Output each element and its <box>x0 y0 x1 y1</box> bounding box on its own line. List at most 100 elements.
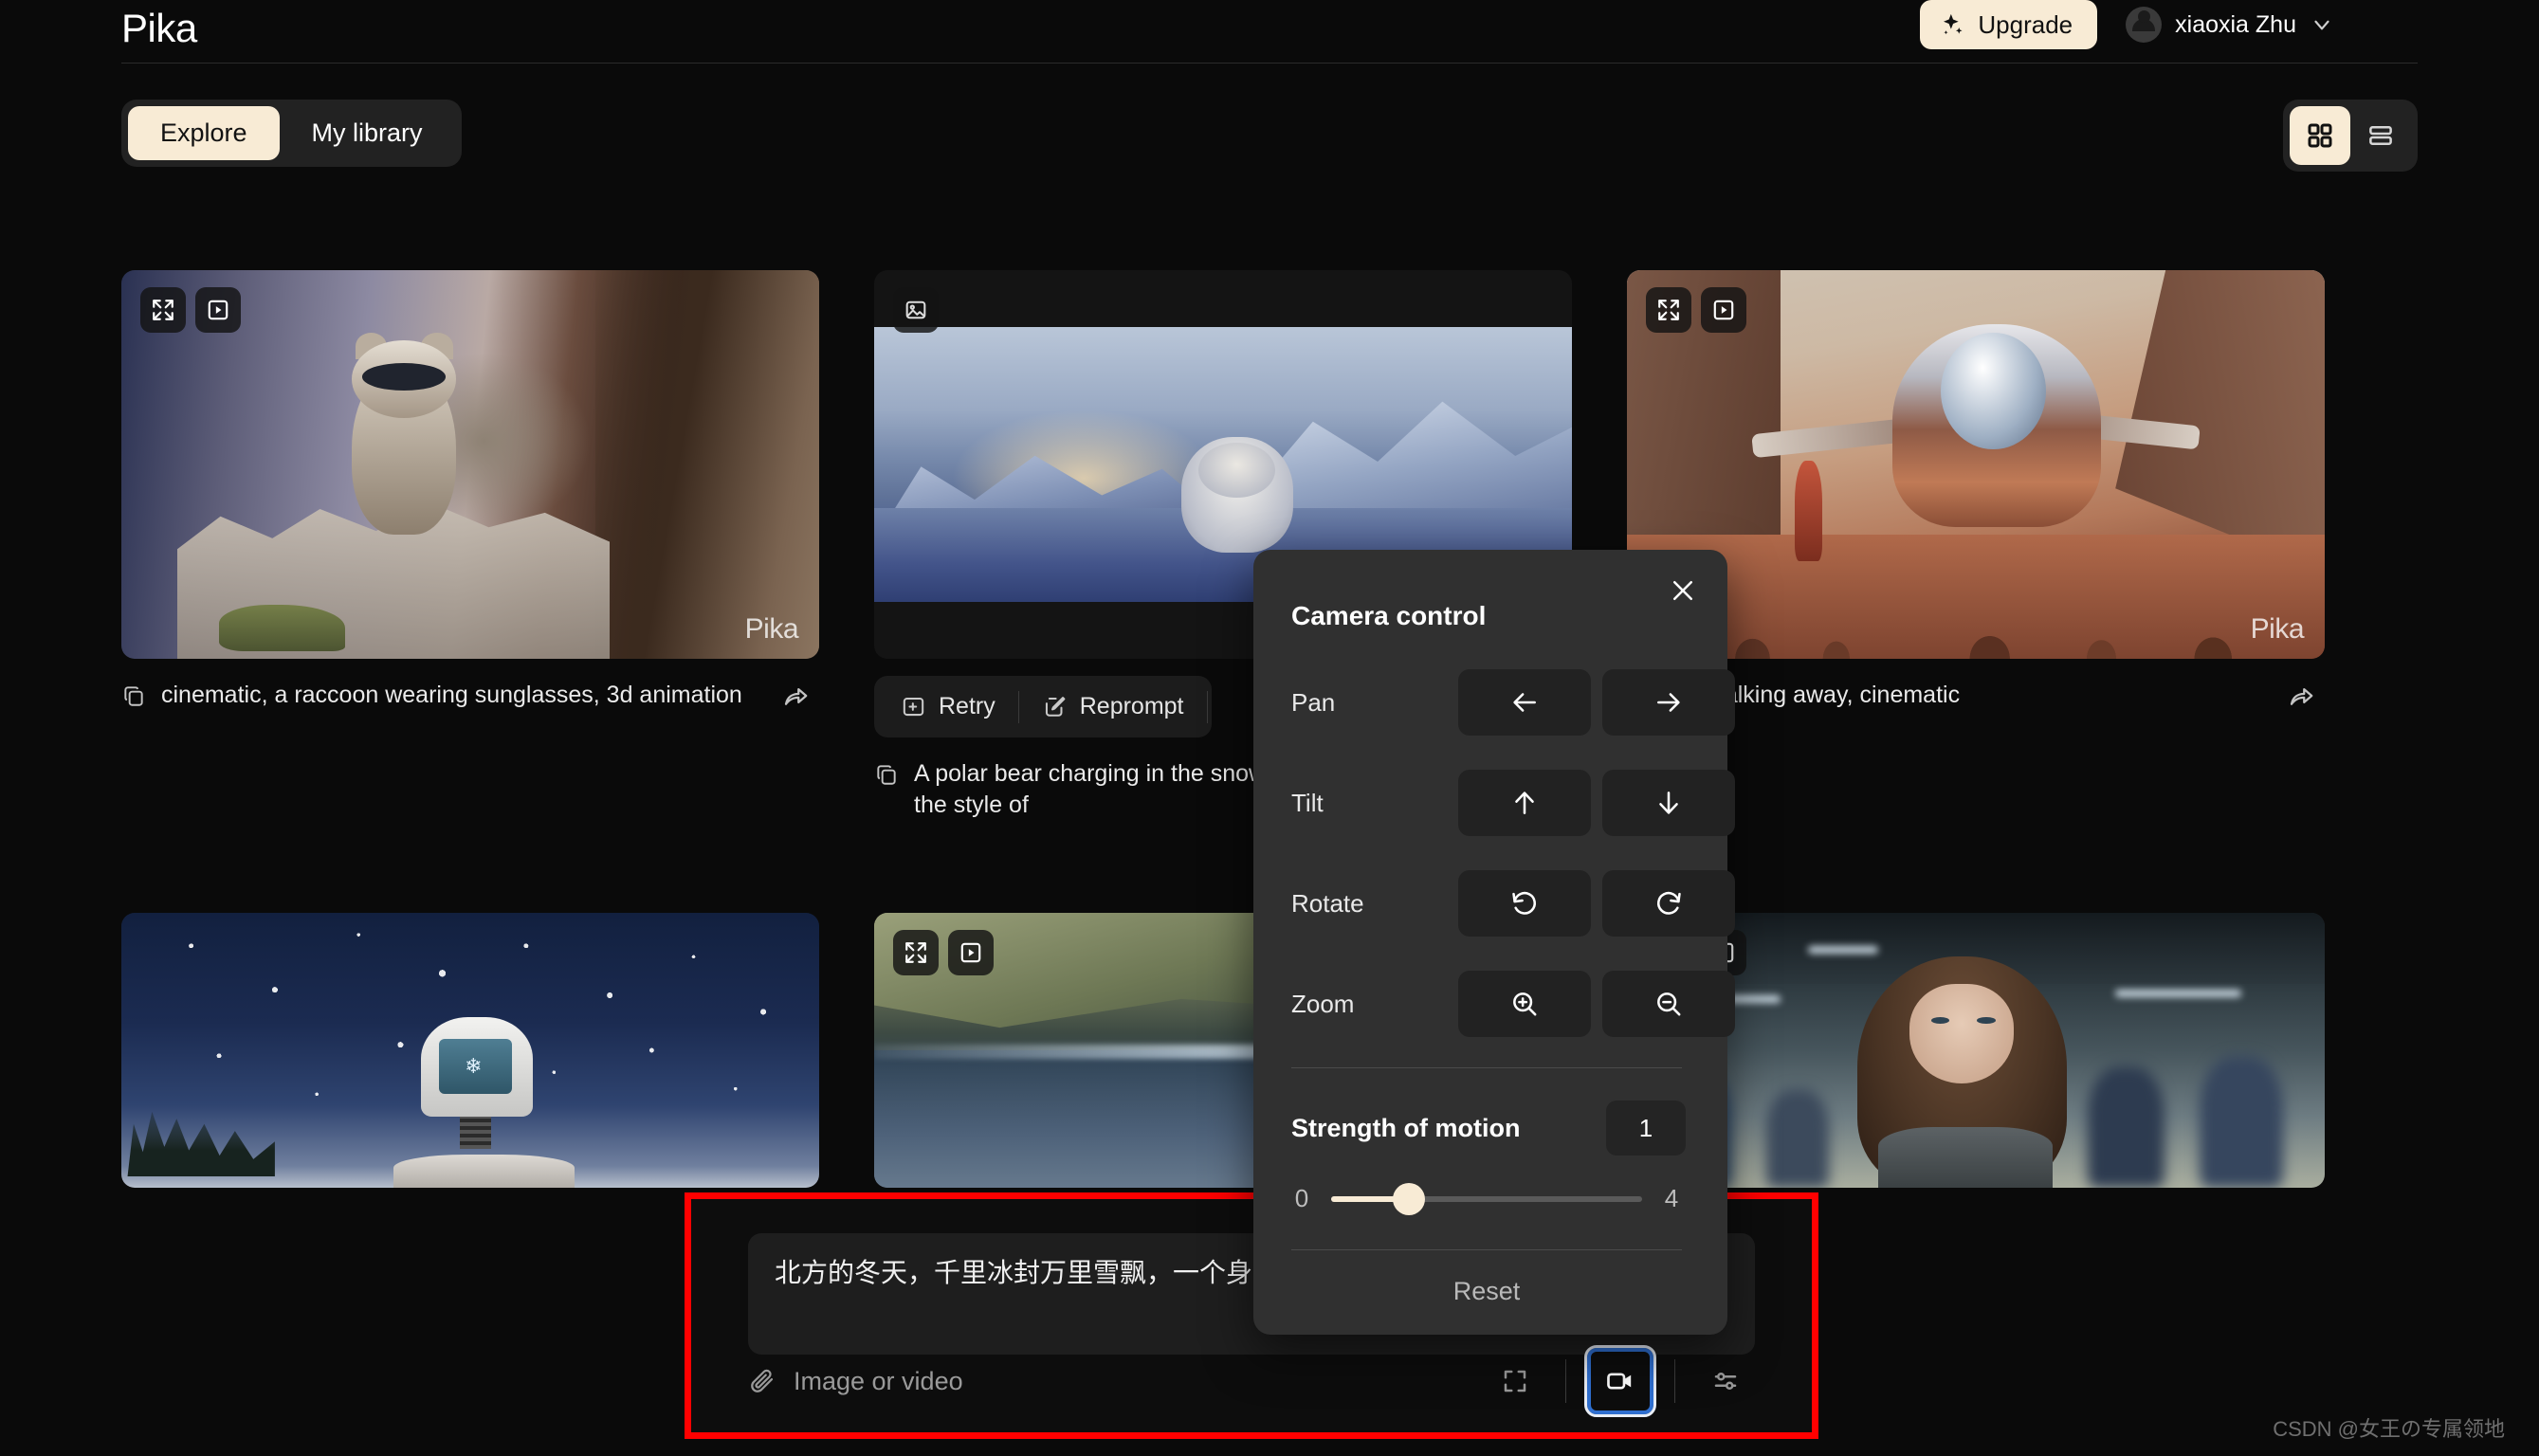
grid-view-button[interactable] <box>2290 106 2350 165</box>
tab-explore[interactable]: Explore <box>128 106 280 160</box>
video-camera-icon <box>1605 1366 1635 1396</box>
zoom-label: Zoom <box>1291 989 1355 1018</box>
list-view-button[interactable] <box>2350 106 2411 165</box>
pan-label: Pan <box>1291 687 1336 717</box>
share-icon[interactable] <box>2287 680 2315 710</box>
video-thumbnail[interactable]: Pika <box>1627 270 2325 659</box>
arrow-left-icon <box>1509 687 1540 718</box>
list-icon <box>2366 121 2395 150</box>
camera-control-button[interactable] <box>1584 1345 1656 1417</box>
arrow-down-icon <box>1653 788 1684 818</box>
nav-tabs: Explore My library <box>121 100 462 167</box>
reprompt-button[interactable]: Reprompt <box>1019 682 1207 732</box>
expand-icon[interactable] <box>140 287 186 333</box>
avatar <box>2126 7 2163 43</box>
video-thumbnail[interactable]: Pika <box>121 270 819 659</box>
card-action-bar: Retry Reprompt <box>874 676 1212 737</box>
strength-label: Strength of motion <box>1291 1113 1521 1142</box>
user-menu[interactable]: xiaoxia Zhu <box>2120 3 2340 46</box>
strength-slider-row: 0 4 <box>1288 1173 1686 1242</box>
share-icon[interactable] <box>781 680 810 710</box>
gallery-row-1: Pika cinematic, a raccoon wearing sungla… <box>121 270 2325 821</box>
edit-icon <box>1042 694 1068 719</box>
card-caption: cinematic, a raccoon wearing sunglasses,… <box>121 680 819 711</box>
camera-row-pan: Pan <box>1288 652 1735 753</box>
prompt-toolbar: Image or video <box>691 1345 1812 1417</box>
tab-my-library[interactable]: My library <box>280 106 455 160</box>
card-overlay-icons <box>893 287 939 333</box>
strength-slider[interactable] <box>1331 1182 1642 1215</box>
rotate-ccw-button[interactable] <box>1458 870 1591 937</box>
header-divider <box>121 63 2418 64</box>
camera-row-rotate: Rotate <box>1288 853 1735 954</box>
retry-icon <box>901 694 926 719</box>
rotate-ccw-icon <box>1509 888 1540 919</box>
camera-control-panel: Camera control Pan Tilt Rotate Zoom Stre… <box>1253 550 1735 1335</box>
upgrade-label: Upgrade <box>1978 9 2073 39</box>
upgrade-button[interactable]: Upgrade <box>1920 0 2098 49</box>
video-thumbnail[interactable]: ❄ <box>121 913 819 1188</box>
aspect-ratio-icon <box>1501 1367 1529 1395</box>
gallery-card: Pika cinematic, a raccoon wearing sungla… <box>121 270 819 821</box>
strength-value[interactable]: 1 <box>1606 1101 1686 1156</box>
prompt-tool-buttons <box>1486 1345 1755 1417</box>
gallery-card <box>1627 913 2325 1188</box>
camera-row-zoom: Zoom <box>1288 954 1735 1054</box>
pika-watermark: Pika <box>2250 613 2305 645</box>
tool-divider <box>1674 1359 1675 1403</box>
copy-icon[interactable] <box>874 758 899 787</box>
app-header: Pika Upgrade xiaoxia Zhu <box>0 0 2539 63</box>
rotate-cw-button[interactable] <box>1602 870 1735 937</box>
chevron-down-icon <box>2310 12 2334 37</box>
tilt-up-button[interactable] <box>1458 770 1591 836</box>
action-divider <box>1206 690 1208 723</box>
play-icon[interactable] <box>948 930 994 975</box>
gallery-card: Pika tronaut walking away, cinematic <box>1627 270 2325 821</box>
slider-min-label: 0 <box>1294 1184 1309 1212</box>
zoom-in-icon <box>1509 989 1540 1019</box>
play-icon[interactable] <box>195 287 241 333</box>
attach-media-button[interactable]: Image or video <box>748 1367 963 1396</box>
sparkle-icon <box>1939 11 1965 38</box>
zoom-out-icon <box>1653 989 1684 1019</box>
zoom-out-button[interactable] <box>1602 971 1735 1037</box>
retry-button[interactable]: Retry <box>878 682 1018 732</box>
view-toggle <box>2283 100 2418 172</box>
attach-label: Image or video <box>794 1366 963 1395</box>
gallery-row-2: ❄ <box>121 913 2325 1188</box>
pika-logo[interactable]: Pika <box>121 6 197 51</box>
reset-button[interactable]: Reset <box>1288 1250 1686 1335</box>
pan-left-button[interactable] <box>1458 669 1591 736</box>
tool-divider <box>1565 1359 1566 1403</box>
gallery-card: ❄ <box>121 913 819 1188</box>
grid-icon <box>2306 121 2334 150</box>
arrow-up-icon <box>1509 788 1540 818</box>
image-icon[interactable] <box>893 287 939 333</box>
video-thumbnail[interactable] <box>1627 913 2325 1188</box>
aspect-ratio-button[interactable] <box>1486 1352 1544 1410</box>
header-actions: Upgrade xiaoxia Zhu <box>1920 0 2340 49</box>
slider-max-label: 4 <box>1664 1184 1679 1212</box>
strength-of-motion-row: Strength of motion 1 <box>1288 1068 1686 1173</box>
paperclip-icon <box>748 1367 776 1395</box>
card-caption-text: cinematic, a raccoon wearing sunglasses,… <box>161 682 742 708</box>
retry-label: Retry <box>939 693 996 719</box>
tilt-down-button[interactable] <box>1602 770 1735 836</box>
pika-app: Pika Upgrade xiaoxia Zhu Explore My libr… <box>0 0 2539 1456</box>
camera-control-rows: Pan Tilt Rotate Zoom <box>1288 652 1735 1060</box>
close-icon[interactable] <box>1663 571 1703 610</box>
rotate-cw-icon <box>1653 888 1684 919</box>
camera-control-title: Camera control <box>1291 601 1487 630</box>
expand-icon[interactable] <box>893 930 939 975</box>
settings-button[interactable] <box>1696 1352 1755 1410</box>
zoom-in-button[interactable] <box>1458 971 1591 1037</box>
card-overlay-icons <box>1646 287 1746 333</box>
pika-watermark: Pika <box>744 613 799 645</box>
play-icon[interactable] <box>1701 287 1746 333</box>
expand-icon[interactable] <box>1646 287 1691 333</box>
tilt-label: Tilt <box>1291 788 1324 817</box>
copy-icon[interactable] <box>121 680 146 708</box>
user-name: xiaoxia Zhu <box>2175 10 2296 38</box>
pan-right-button[interactable] <box>1602 669 1735 736</box>
slider-thumb[interactable] <box>1393 1182 1425 1215</box>
